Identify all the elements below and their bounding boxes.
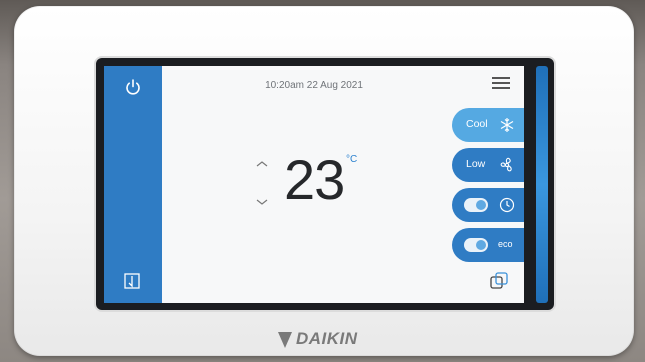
menu-icon[interactable] [492,77,510,91]
brand-logo: DAIKIN [276,328,386,352]
eco-button[interactable]: eco [452,228,524,262]
power-icon[interactable] [123,77,143,97]
temperature-unit: °C [346,154,358,165]
temperature-value: 23 [284,148,345,211]
eco-toggle[interactable] [464,238,488,252]
brand-name: DAIKIN [296,329,358,348]
touchscreen: 10:20am 22 Aug 2021 23 °C Cool Low eco [104,66,524,303]
left-sidebar [104,66,162,303]
date-time-display: 10:20am 22 Aug 2021 [265,80,363,91]
temperature-down-icon[interactable] [255,197,269,207]
eco-label: eco [498,239,513,249]
daikin-logo-icon [278,332,292,348]
snowflake-icon [500,118,514,132]
exit-icon[interactable] [123,272,141,290]
overlap-squares-icon[interactable] [489,271,509,291]
mode-label: Cool [466,118,488,130]
timer-button[interactable] [452,188,524,222]
clock-icon [499,197,515,213]
temperature-up-icon[interactable] [255,159,269,169]
fan-speed-label: Low [466,158,486,170]
fan-icon [500,157,512,172]
fan-speed-button[interactable]: Low [452,148,524,182]
mode-button[interactable]: Cool [452,108,524,142]
timer-toggle[interactable] [464,198,488,212]
side-light-strip [536,66,548,303]
